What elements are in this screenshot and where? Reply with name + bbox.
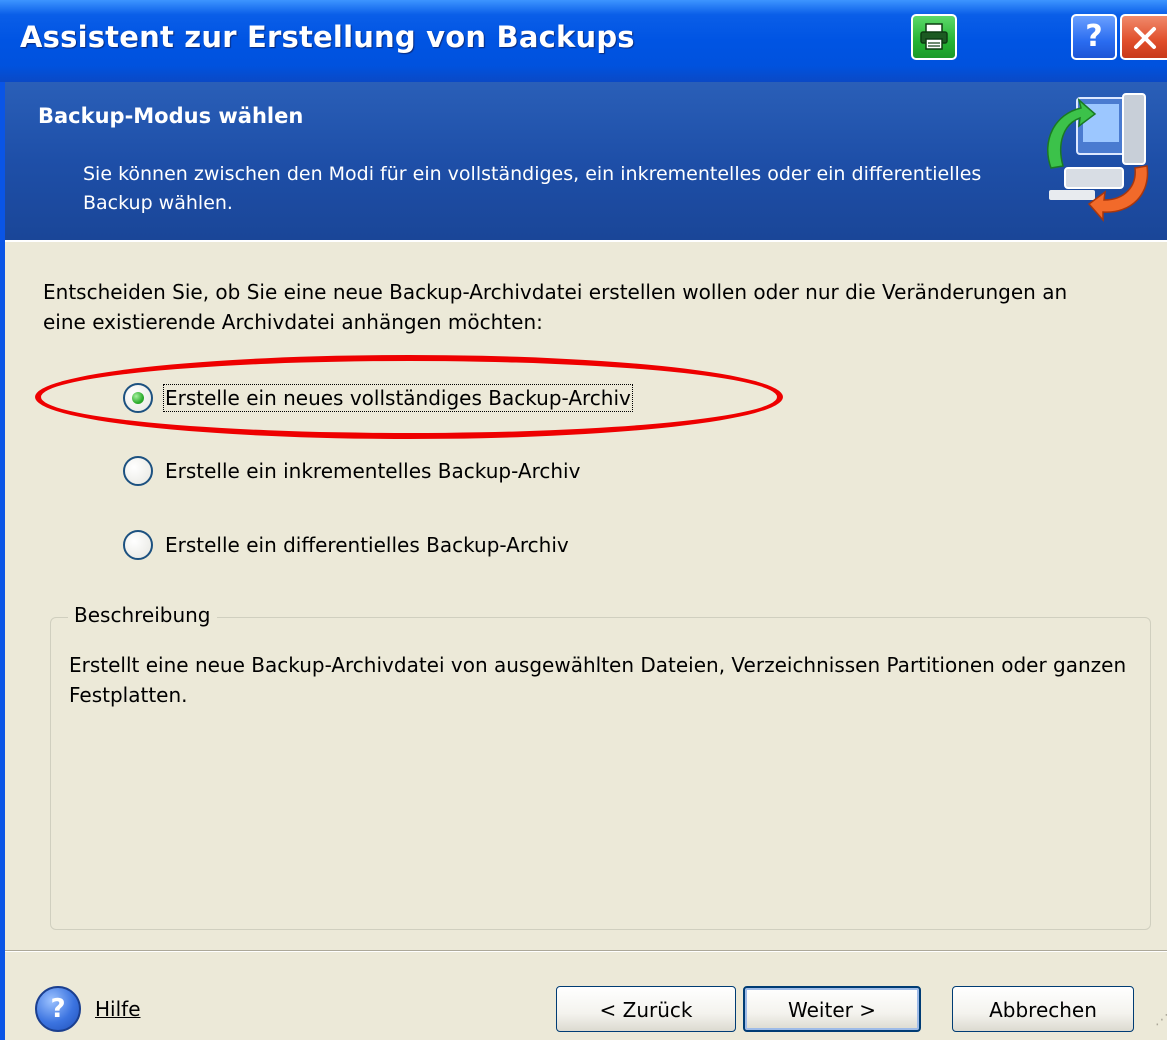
printer-icon[interactable]	[911, 14, 957, 60]
option-full-backup[interactable]: Erstelle ein neues vollständiges Backup-…	[123, 378, 633, 418]
help-link[interactable]: ? Hilfe	[35, 986, 141, 1032]
backup-computer-icon	[1035, 90, 1155, 234]
radio-incremental-backup[interactable]	[123, 456, 153, 486]
option-incremental-backup-label[interactable]: Erstelle ein inkrementelles Backup-Archi…	[165, 459, 580, 483]
help-label[interactable]: Hilfe	[95, 997, 141, 1021]
footer-divider	[5, 950, 1167, 952]
description-text: Erstellt eine neue Backup-Archivdatei vo…	[69, 653, 1127, 707]
option-incremental-backup[interactable]: Erstelle ein inkrementelles Backup-Archi…	[123, 451, 580, 491]
close-icon[interactable]	[1120, 14, 1167, 60]
next-button[interactable]: Weiter >	[743, 986, 921, 1032]
intro-text: Entscheiden Sie, ob Sie eine neue Backup…	[43, 280, 1068, 334]
help-icon[interactable]: ?	[1071, 14, 1117, 60]
step-title: Backup-Modus wählen	[38, 104, 304, 128]
help-circle-icon[interactable]: ?	[35, 986, 81, 1032]
option-differential-backup[interactable]: Erstelle ein differentielles Backup-Arch…	[123, 525, 569, 565]
cancel-button[interactable]: Abbrechen	[952, 986, 1134, 1032]
wizard-header: Backup-Modus wählen Sie können zwischen …	[5, 82, 1167, 242]
radio-full-backup[interactable]	[123, 383, 153, 413]
title-bar[interactable]: Assistent zur Erstellung von Backups ?	[0, 0, 1167, 82]
wizard-window: Assistent zur Erstellung von Backups ? B…	[0, 0, 1167, 1040]
window-title: Assistent zur Erstellung von Backups	[20, 20, 635, 54]
resize-grip-icon[interactable]: ⋰	[1155, 1012, 1167, 1028]
back-button[interactable]: < Zurück	[556, 986, 736, 1032]
option-full-backup-label[interactable]: Erstelle ein neues vollständiges Backup-…	[163, 384, 633, 412]
step-description: Sie können zwischen den Modi für ein vol…	[83, 163, 982, 214]
option-differential-backup-label[interactable]: Erstelle ein differentielles Backup-Arch…	[165, 533, 569, 557]
radio-differential-backup[interactable]	[123, 530, 153, 560]
description-legend: Beschreibung	[68, 603, 217, 627]
